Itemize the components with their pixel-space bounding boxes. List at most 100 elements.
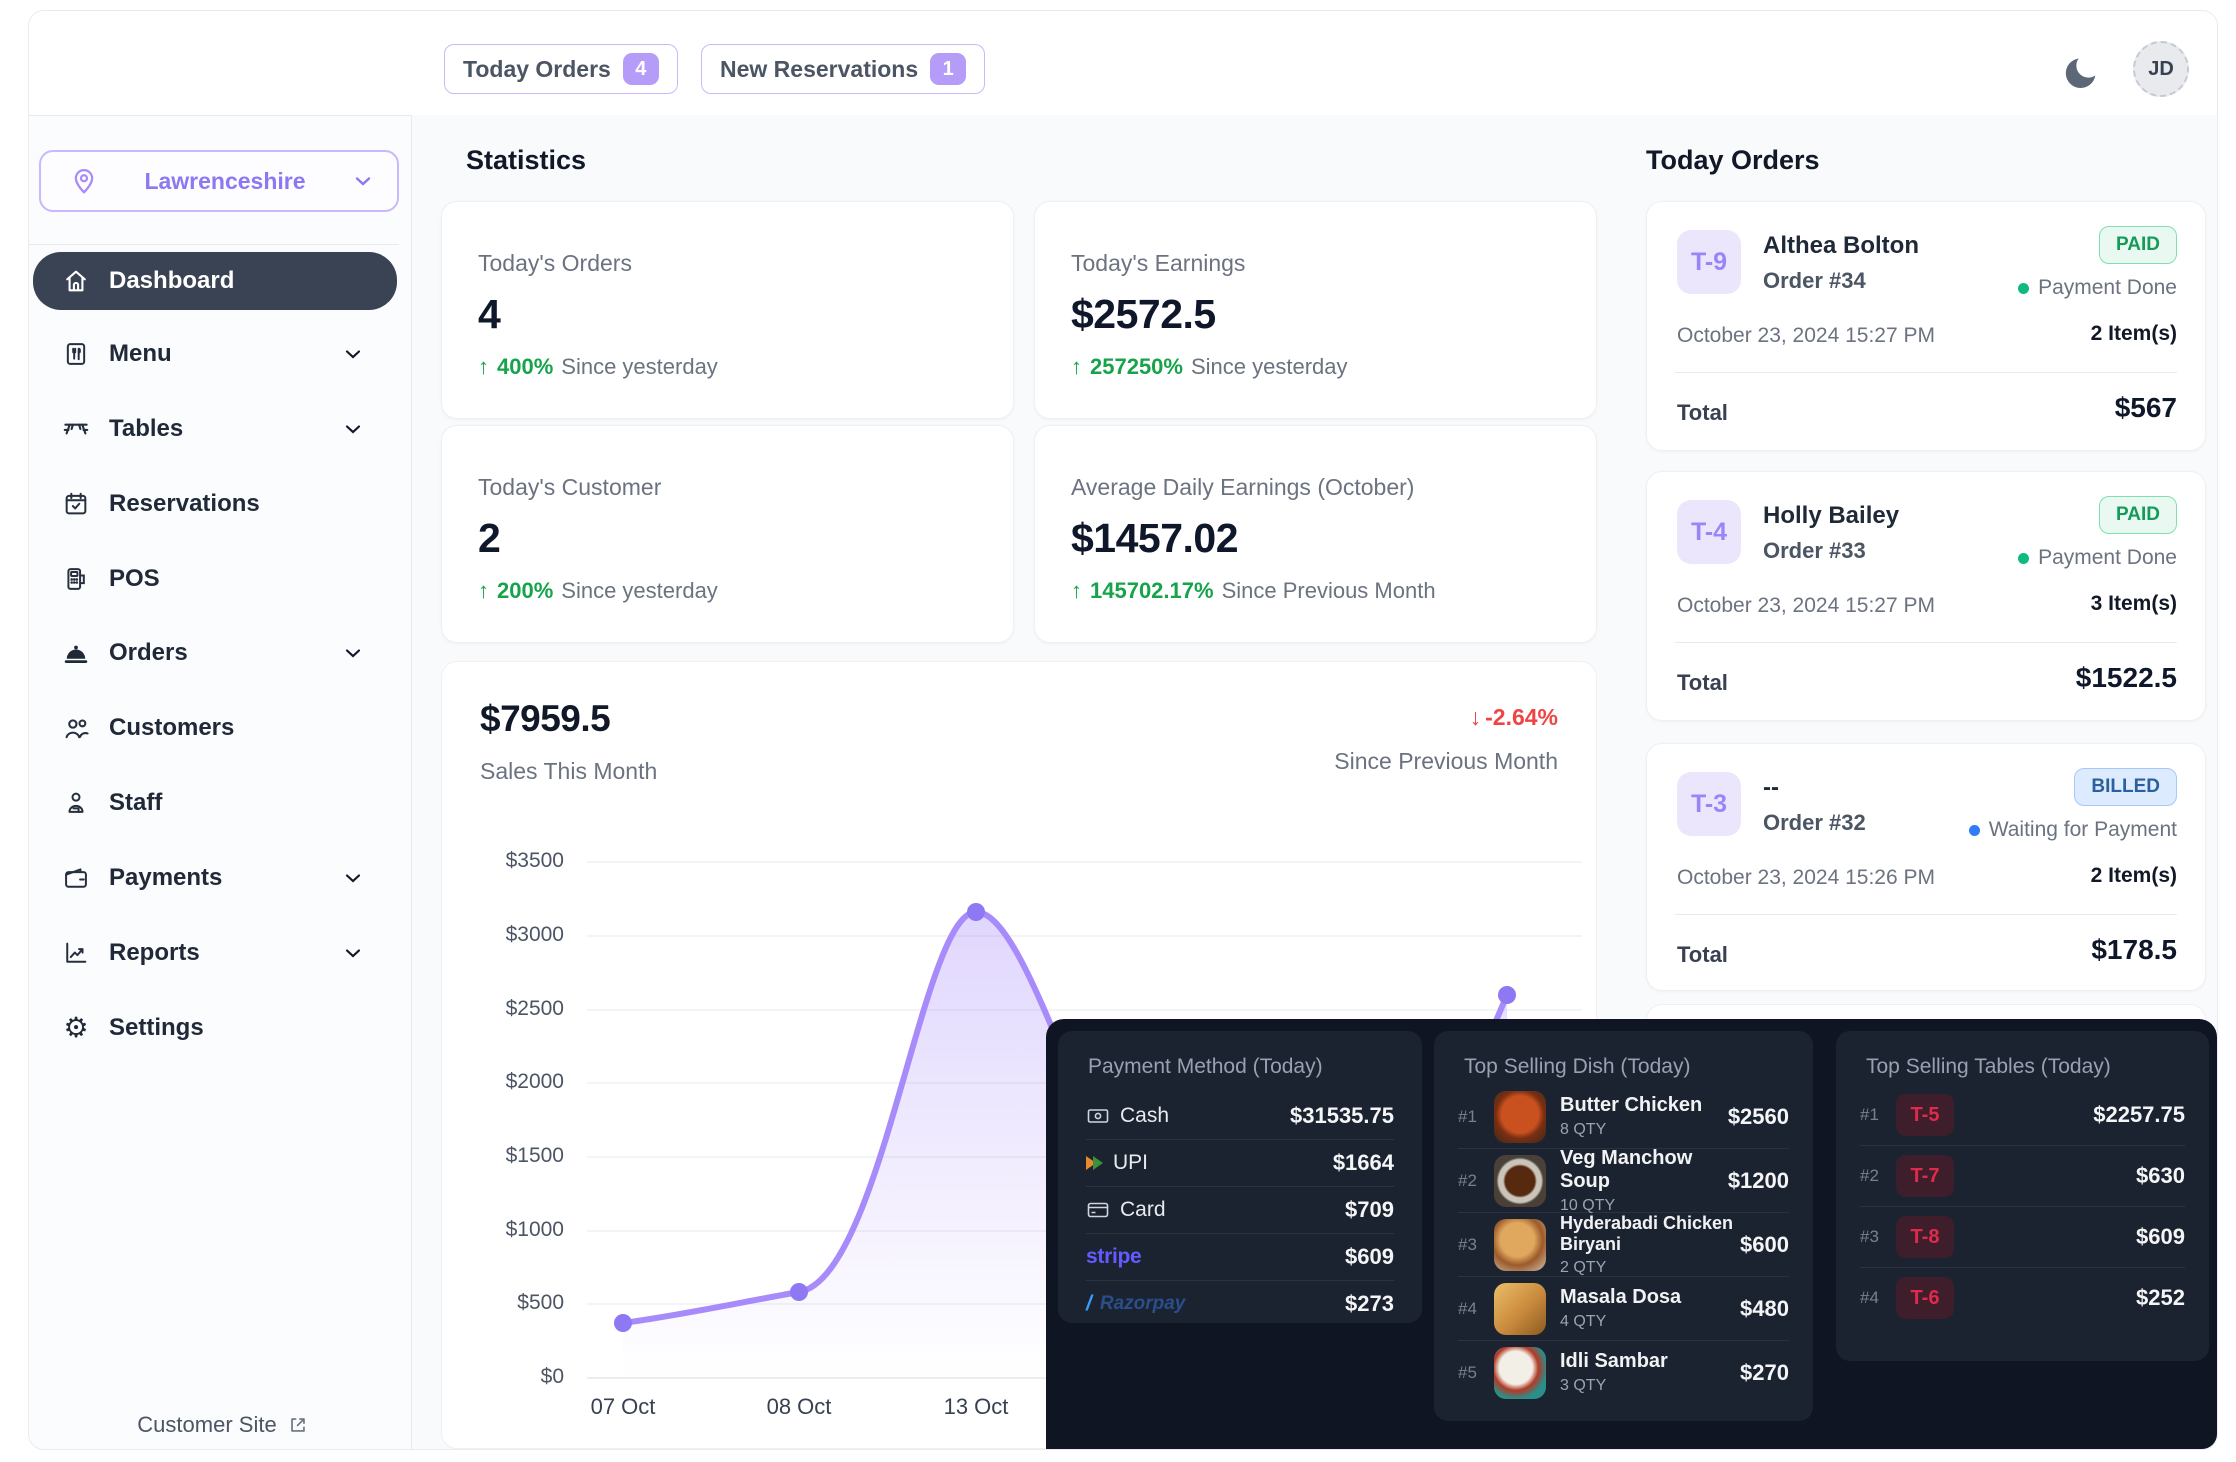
today-orders-button-label: Today Orders	[463, 56, 611, 83]
new-reservations-button-label: New Reservations	[720, 56, 918, 83]
credit-card-icon	[1086, 1198, 1110, 1222]
dish-qty: 2 QTY	[1560, 1259, 1740, 1277]
gear-icon: ⚙	[61, 1013, 91, 1043]
sidebar-item-payments[interactable]: Payments	[33, 850, 397, 906]
payment-amount: $709	[1345, 1197, 1394, 1223]
stat-value: $1457.02	[1071, 515, 1560, 562]
table-badge: T-8	[1896, 1216, 1954, 1258]
top-selling-tables-panel: Top Selling Tables (Today) #1 T-5 $2257.…	[1836, 1031, 2209, 1361]
order-datetime: October 23, 2024 15:26 PM	[1677, 866, 1935, 890]
table-badge: T-7	[1896, 1155, 1954, 1197]
moon-icon	[2061, 53, 2101, 93]
dark-mode-toggle[interactable]	[2061, 53, 2101, 93]
dish-name: Veg Manchow Soup	[1560, 1147, 1728, 1193]
table-row: #3 T-8 $609	[1860, 1206, 2185, 1267]
stat-label: Average Daily Earnings (October)	[1071, 474, 1560, 501]
dish-row: #1 Butter Chicken8 QTY $2560	[1458, 1085, 1789, 1148]
dish-photo	[1494, 1347, 1546, 1399]
dish-row: #3 Hyderabadi Chicken Biryani2 QTY $600	[1458, 1212, 1789, 1276]
sidebar-item-reports[interactable]: Reports	[33, 925, 397, 981]
cloche-icon	[61, 638, 91, 668]
total-value: $178.5	[2091, 934, 2177, 966]
order-items-count: 3 Item(s)	[2091, 592, 2177, 616]
stat-card-average-daily-earnings: Average Daily Earnings (October) $1457.0…	[1034, 425, 1597, 643]
new-reservations-count-badge: 1	[930, 53, 966, 85]
sidebar-item-tables[interactable]: Tables	[33, 401, 397, 457]
divider	[1675, 914, 2177, 915]
top-selling-tables-title: Top Selling Tables (Today)	[1866, 1055, 2111, 1079]
customer-site-label: Customer Site	[137, 1412, 276, 1438]
payment-amount: $609	[1345, 1244, 1394, 1270]
status-badge: BILLED	[2074, 768, 2177, 806]
stat-delta-suffix: Since yesterday	[1191, 354, 1348, 380]
location-name: Lawrenceshire	[99, 168, 351, 195]
customer-name: Althea Bolton	[1763, 232, 1919, 260]
today-orders-title: Today Orders	[1646, 145, 1820, 176]
payment-row-card: Card $709	[1086, 1186, 1394, 1233]
chevron-down-icon	[341, 417, 365, 441]
dish-rank: #5	[1458, 1363, 1494, 1383]
stat-label: Today's Orders	[478, 250, 977, 277]
today-orders-button[interactable]: Today Orders 4	[444, 44, 678, 94]
dish-photo	[1494, 1283, 1546, 1335]
dish-row: #2 Veg Manchow Soup10 QTY $1200	[1458, 1148, 1789, 1212]
payment-amount: $1664	[1333, 1150, 1394, 1176]
user-avatar[interactable]: JD	[2133, 41, 2189, 97]
dish-amount: $1200	[1728, 1168, 1789, 1194]
sidebar-item-staff[interactable]: Staff	[33, 775, 397, 831]
table-badge: T-3	[1677, 772, 1741, 836]
stat-card-todays-orders: Today's Orders 4 ↑ 400% Since yesterday	[441, 201, 1014, 419]
sidebar-item-orders[interactable]: Orders	[33, 625, 397, 681]
dish-qty: 3 QTY	[1560, 1377, 1740, 1395]
customer-site-link[interactable]: Customer Site	[93, 1412, 353, 1438]
stat-card-todays-customer: Today's Customer 2 ↑200%Since yesterday	[441, 425, 1014, 643]
upi-logo-icon	[1086, 1156, 1103, 1170]
menu-book-icon	[61, 339, 91, 369]
sidebar-item-settings[interactable]: ⚙ Settings	[33, 1000, 397, 1056]
staff-person-icon	[61, 788, 91, 818]
sidebar-item-label: Dashboard	[109, 267, 397, 295]
delta-arrow-up-icon: ↑	[478, 578, 489, 604]
dish-row: #4 Masala Dosa4 QTY $480	[1458, 1276, 1789, 1340]
sidebar-item-dashboard[interactable]: Dashboard	[33, 252, 397, 310]
stat-value: $2572.5	[1071, 291, 1560, 338]
sidebar-item-pos[interactable]: POS	[33, 551, 397, 607]
location-selector[interactable]: Lawrenceshire	[39, 150, 399, 212]
table-rank: #4	[1860, 1288, 1896, 1308]
sidebar-item-label: Settings	[109, 1014, 397, 1042]
dish-amount: $480	[1740, 1296, 1789, 1322]
stat-value: 4	[478, 291, 977, 338]
status-badge: PAID	[2099, 226, 2177, 264]
divider	[1675, 642, 2177, 643]
stat-label: Today's Customer	[478, 474, 977, 501]
dish-photo	[1494, 1155, 1546, 1207]
stat-delta: 400%	[497, 354, 553, 380]
table-amount: $630	[1964, 1163, 2185, 1189]
divider	[1675, 372, 2177, 373]
table-row: #2 T-7 $630	[1860, 1145, 2185, 1206]
statistics-title: Statistics	[466, 145, 586, 176]
payment-method-title: Payment Method (Today)	[1088, 1055, 1323, 1079]
table-row: #4 T-6 $252	[1860, 1267, 2185, 1328]
sidebar-item-label: Payments	[109, 864, 341, 892]
total-label: Total	[1677, 670, 1728, 696]
payment-method-panel: Payment Method (Today) Cash $31535.75 UP…	[1058, 1031, 1422, 1323]
sidebar-item-menu[interactable]: Menu	[33, 326, 397, 382]
stat-value: 2	[478, 515, 977, 562]
sidebar-item-reservations[interactable]: Reservations	[33, 476, 397, 532]
delta-arrow-up-icon: ↑	[478, 354, 489, 380]
table-badge: T-9	[1677, 230, 1741, 294]
stat-delta: 145702.17%	[1090, 578, 1214, 604]
table-badge: T-6	[1896, 1277, 1954, 1319]
stat-delta-suffix: Since yesterday	[561, 578, 718, 604]
table-row: #1 T-5 $2257.75	[1860, 1085, 2185, 1145]
dish-name: Masala Dosa	[1560, 1286, 1740, 1309]
table-rank: #1	[1860, 1105, 1896, 1125]
dish-rank: #2	[1458, 1171, 1494, 1191]
stat-delta-suffix: Since Previous Month	[1222, 578, 1436, 604]
stat-delta-suffix: Since yesterday	[561, 354, 718, 380]
today-orders-count-badge: 4	[623, 53, 659, 85]
sidebar-divider	[29, 244, 399, 245]
sidebar-item-customers[interactable]: Customers	[33, 700, 397, 756]
new-reservations-button[interactable]: New Reservations 1	[701, 44, 985, 94]
